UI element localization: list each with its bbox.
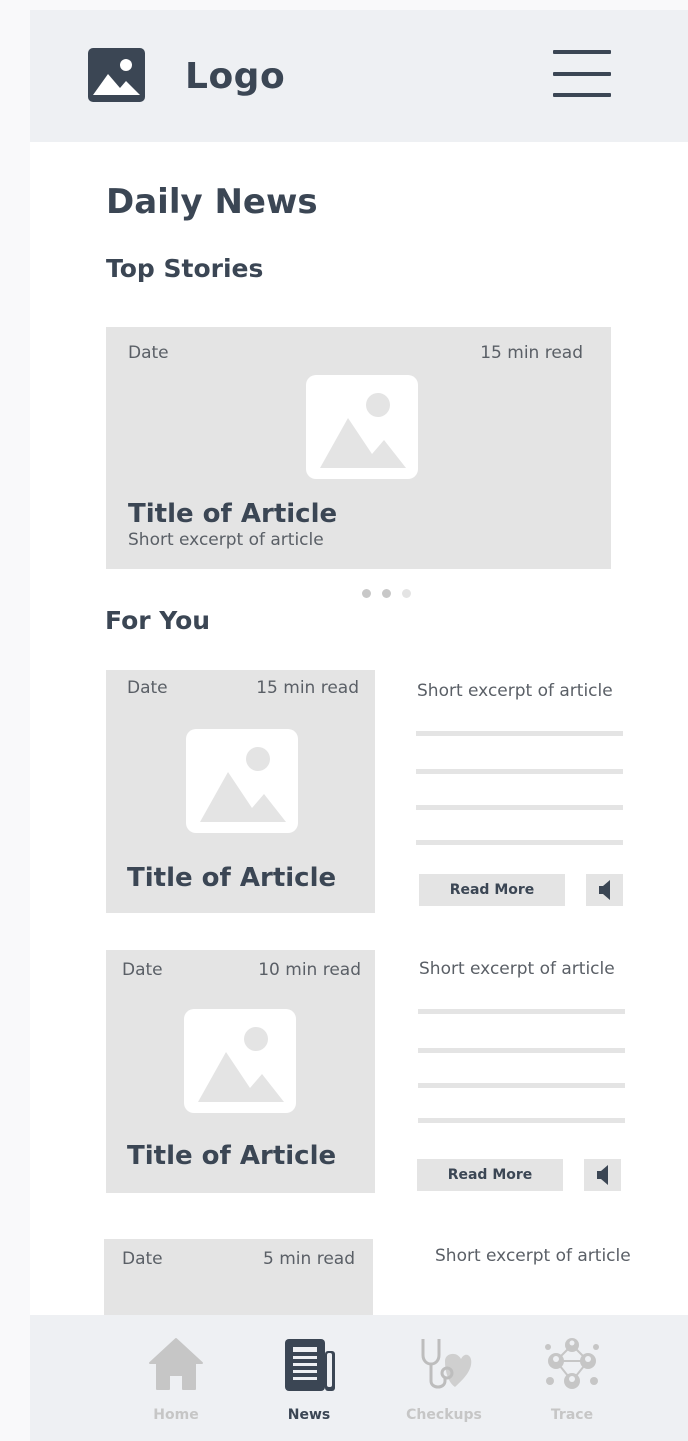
article-title: Title of Article bbox=[127, 863, 337, 893]
for-you-heading: For You bbox=[105, 606, 211, 635]
bottom-navigation: Home News Checkups Trace bbox=[30, 1315, 688, 1441]
carousel-dot[interactable] bbox=[402, 589, 411, 598]
menu-bar bbox=[553, 50, 611, 54]
text-line-placeholder bbox=[416, 769, 623, 774]
article-read-time: 15 min read bbox=[480, 343, 583, 363]
nav-label: Checkups bbox=[406, 1407, 482, 1423]
menu-bar bbox=[553, 93, 611, 97]
text-line-placeholder bbox=[416, 805, 623, 810]
article-read-time: 15 min read bbox=[256, 678, 359, 698]
read-more-button[interactable]: Read More bbox=[419, 874, 565, 906]
top-stories-heading: Top Stories bbox=[106, 254, 264, 283]
article-date: Date bbox=[122, 960, 163, 980]
home-icon bbox=[149, 1338, 203, 1390]
text-line-placeholder bbox=[418, 1083, 625, 1088]
image-placeholder-icon bbox=[306, 375, 418, 479]
read-more-button[interactable]: Read More bbox=[417, 1159, 563, 1191]
article-card[interactable]: Date 10 min read Title of Article bbox=[106, 950, 375, 1193]
text-line-placeholder bbox=[416, 731, 623, 736]
article-card[interactable]: Date 15 min read Title of Article bbox=[106, 670, 375, 913]
image-placeholder-icon bbox=[184, 1009, 296, 1113]
audio-button[interactable] bbox=[586, 874, 623, 906]
logo-text: Logo bbox=[185, 56, 286, 97]
text-line-placeholder bbox=[418, 1118, 625, 1123]
hamburger-menu-button[interactable] bbox=[553, 50, 611, 98]
audio-button[interactable] bbox=[584, 1159, 621, 1191]
nav-trace[interactable]: Trace bbox=[517, 1315, 627, 1441]
top-story-card[interactable]: Date 15 min read Title of Article Short … bbox=[106, 327, 611, 569]
article-title: Title of Article bbox=[127, 1141, 337, 1171]
image-placeholder-icon bbox=[88, 48, 145, 102]
nav-label: News bbox=[287, 1407, 331, 1423]
page-title: Daily News bbox=[106, 182, 318, 222]
article-date: Date bbox=[127, 678, 168, 698]
article-date: Date bbox=[128, 343, 169, 363]
newspaper-icon bbox=[285, 1339, 335, 1391]
network-people-icon bbox=[545, 1338, 599, 1389]
speaker-icon bbox=[597, 1165, 608, 1185]
text-line-placeholder bbox=[416, 840, 623, 845]
menu-bar bbox=[553, 72, 611, 76]
nav-checkups[interactable]: Checkups bbox=[389, 1315, 499, 1441]
image-placeholder-icon bbox=[186, 729, 298, 833]
stethoscope-heart-icon bbox=[421, 1339, 472, 1389]
article-excerpt: Short excerpt of article bbox=[419, 959, 615, 979]
nav-news[interactable]: News bbox=[254, 1315, 364, 1441]
article-excerpt: Short excerpt of article bbox=[128, 530, 324, 550]
article-excerpt: Short excerpt of article bbox=[435, 1246, 631, 1266]
carousel-dot[interactable] bbox=[382, 589, 391, 598]
carousel-dot[interactable] bbox=[362, 589, 371, 598]
nav-label: Home bbox=[153, 1407, 199, 1423]
app-screen: Logo Daily News Top Stories Date 15 min … bbox=[30, 10, 688, 1441]
nav-label: Trace bbox=[550, 1407, 594, 1423]
text-line-placeholder bbox=[418, 1009, 625, 1014]
article-read-time: 10 min read bbox=[258, 960, 361, 980]
nav-home[interactable]: Home bbox=[121, 1315, 231, 1441]
top-header: Logo bbox=[30, 10, 688, 142]
article-title: Title of Article bbox=[128, 499, 338, 529]
speaker-icon bbox=[599, 880, 610, 900]
article-excerpt: Short excerpt of article bbox=[417, 681, 613, 701]
article-date: Date bbox=[122, 1249, 163, 1269]
article-read-time: 5 min read bbox=[263, 1249, 355, 1269]
text-line-placeholder bbox=[418, 1048, 625, 1053]
